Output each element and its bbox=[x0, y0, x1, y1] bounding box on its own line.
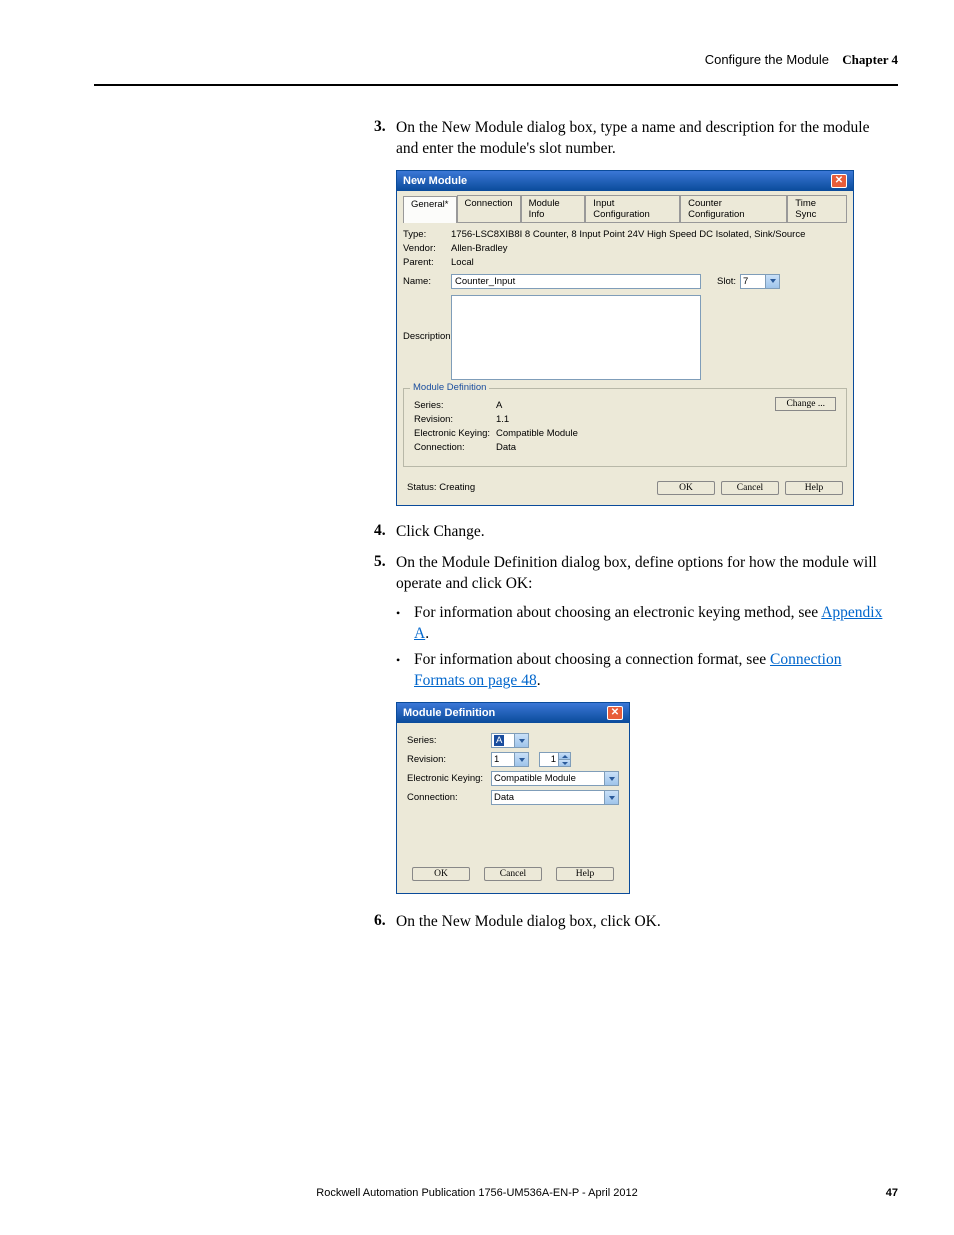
tab-connection[interactable]: Connection bbox=[457, 195, 521, 222]
step-text: Click Change. bbox=[396, 522, 485, 543]
step-number: 3. bbox=[374, 118, 396, 160]
step-5: 5. On the Module Definition dialog box, … bbox=[374, 553, 890, 595]
slot-input[interactable] bbox=[740, 274, 766, 289]
close-icon: ✕ bbox=[611, 708, 619, 718]
page-footer: Rockwell Automation Publication 1756-UM5… bbox=[0, 1187, 954, 1199]
connection-select[interactable]: Data bbox=[491, 790, 619, 805]
page-header: Configure the Module Chapter 4 bbox=[94, 52, 898, 80]
header-chapter: Chapter 4 bbox=[842, 52, 898, 67]
ek-label: Electronic Keying: bbox=[414, 428, 496, 439]
page-number: 47 bbox=[886, 1187, 898, 1199]
module-definition-legend: Module Definition bbox=[410, 382, 489, 393]
series-select[interactable]: A bbox=[491, 733, 529, 748]
connection-label: Connection: bbox=[414, 442, 496, 453]
parent-label: Parent: bbox=[403, 257, 451, 268]
series-label: Series: bbox=[407, 735, 491, 746]
footer-publication: Rockwell Automation Publication 1756-UM5… bbox=[316, 1187, 637, 1199]
change-button[interactable]: Change ... bbox=[775, 397, 836, 411]
tab-input-config[interactable]: Input Configuration bbox=[585, 195, 680, 222]
vendor-value: Allen-Bradley bbox=[451, 243, 508, 254]
dialog-titlebar: Module Definition ✕ bbox=[397, 703, 629, 723]
revision-major-select[interactable]: 1 bbox=[491, 752, 529, 767]
help-button[interactable]: Help bbox=[785, 481, 843, 495]
name-input[interactable] bbox=[451, 274, 701, 289]
step-text: On the New Module dialog box, click OK. bbox=[396, 912, 661, 933]
name-label: Name: bbox=[403, 276, 451, 287]
spinner-icon bbox=[559, 752, 571, 767]
connection-label: Connection: bbox=[407, 792, 491, 803]
step-text: On the Module Definition dialog box, def… bbox=[396, 553, 890, 595]
step-text: On the New Module dialog box, type a nam… bbox=[396, 118, 890, 160]
series-label: Series: bbox=[414, 400, 496, 411]
new-module-dialog: New Module ✕ General* Connection Module … bbox=[396, 170, 854, 506]
bullet-1: • For information about choosing an elec… bbox=[396, 603, 890, 645]
type-value: 1756-LSC8XIB8I 8 Counter, 8 Input Point … bbox=[451, 229, 805, 240]
description-label: Description: bbox=[403, 295, 451, 342]
step-number: 5. bbox=[374, 553, 396, 595]
tab-counter-config[interactable]: Counter Configuration bbox=[680, 195, 787, 222]
bullet-text: For information about choosing an electr… bbox=[414, 603, 890, 645]
ok-button[interactable]: OK bbox=[657, 481, 715, 495]
tab-module-info[interactable]: Module Info bbox=[521, 195, 586, 222]
close-icon: ✕ bbox=[835, 176, 843, 186]
step-3: 3. On the New Module dialog box, type a … bbox=[374, 118, 890, 160]
step-number: 4. bbox=[374, 522, 396, 543]
type-label: Type: bbox=[403, 229, 451, 240]
chevron-down-icon bbox=[605, 790, 619, 805]
status-text: Status: Creating bbox=[407, 482, 475, 493]
tab-general[interactable]: General* bbox=[403, 196, 457, 223]
ek-value: Compatible Module bbox=[496, 428, 578, 439]
revision-label: Revision: bbox=[414, 414, 496, 425]
bullet-2: • For information about choosing a conne… bbox=[396, 650, 890, 692]
revision-label: Revision: bbox=[407, 754, 491, 765]
cancel-button[interactable]: Cancel bbox=[721, 481, 779, 495]
bullet-text: For information about choosing a connect… bbox=[414, 650, 890, 692]
revision-minor-spinner[interactable]: 1 bbox=[539, 752, 571, 767]
chevron-down-icon bbox=[605, 771, 619, 786]
close-button[interactable]: ✕ bbox=[607, 706, 623, 720]
module-definition-dialog: Module Definition ✕ Series: A Revision: … bbox=[396, 702, 630, 894]
step-number: 6. bbox=[374, 912, 396, 933]
bullet-icon: • bbox=[396, 650, 414, 692]
help-button[interactable]: Help bbox=[556, 867, 614, 881]
header-rule bbox=[94, 84, 898, 86]
chevron-down-icon bbox=[515, 733, 529, 748]
step-4: 4. Click Change. bbox=[374, 522, 890, 543]
close-button[interactable]: ✕ bbox=[831, 174, 847, 188]
chevron-down-icon bbox=[770, 279, 776, 283]
connection-value: Data bbox=[496, 442, 516, 453]
dialog-titlebar: New Module ✕ bbox=[397, 171, 853, 191]
ok-button[interactable]: OK bbox=[412, 867, 470, 881]
header-title: Configure the Module bbox=[705, 52, 829, 67]
cancel-button[interactable]: Cancel bbox=[484, 867, 542, 881]
ek-label: Electronic Keying: bbox=[407, 773, 491, 784]
step-6: 6. On the New Module dialog box, click O… bbox=[374, 912, 890, 933]
dialog-title: New Module bbox=[403, 175, 467, 187]
description-textarea[interactable] bbox=[451, 295, 701, 380]
slot-dropdown-button[interactable] bbox=[766, 274, 780, 289]
tab-strip: General* Connection Module Info Input Co… bbox=[403, 195, 847, 223]
chevron-down-icon bbox=[515, 752, 529, 767]
parent-value: Local bbox=[451, 257, 474, 268]
series-value: A bbox=[496, 400, 502, 411]
slot-label: Slot: bbox=[717, 276, 736, 287]
ek-select[interactable]: Compatible Module bbox=[491, 771, 619, 786]
tab-time-sync[interactable]: Time Sync bbox=[787, 195, 847, 222]
module-definition-group: Module Definition Change ... Series:A Re… bbox=[403, 388, 847, 467]
vendor-label: Vendor: bbox=[403, 243, 451, 254]
dialog-title: Module Definition bbox=[403, 707, 495, 719]
revision-value: 1.1 bbox=[496, 414, 509, 425]
bullet-icon: • bbox=[396, 603, 414, 645]
